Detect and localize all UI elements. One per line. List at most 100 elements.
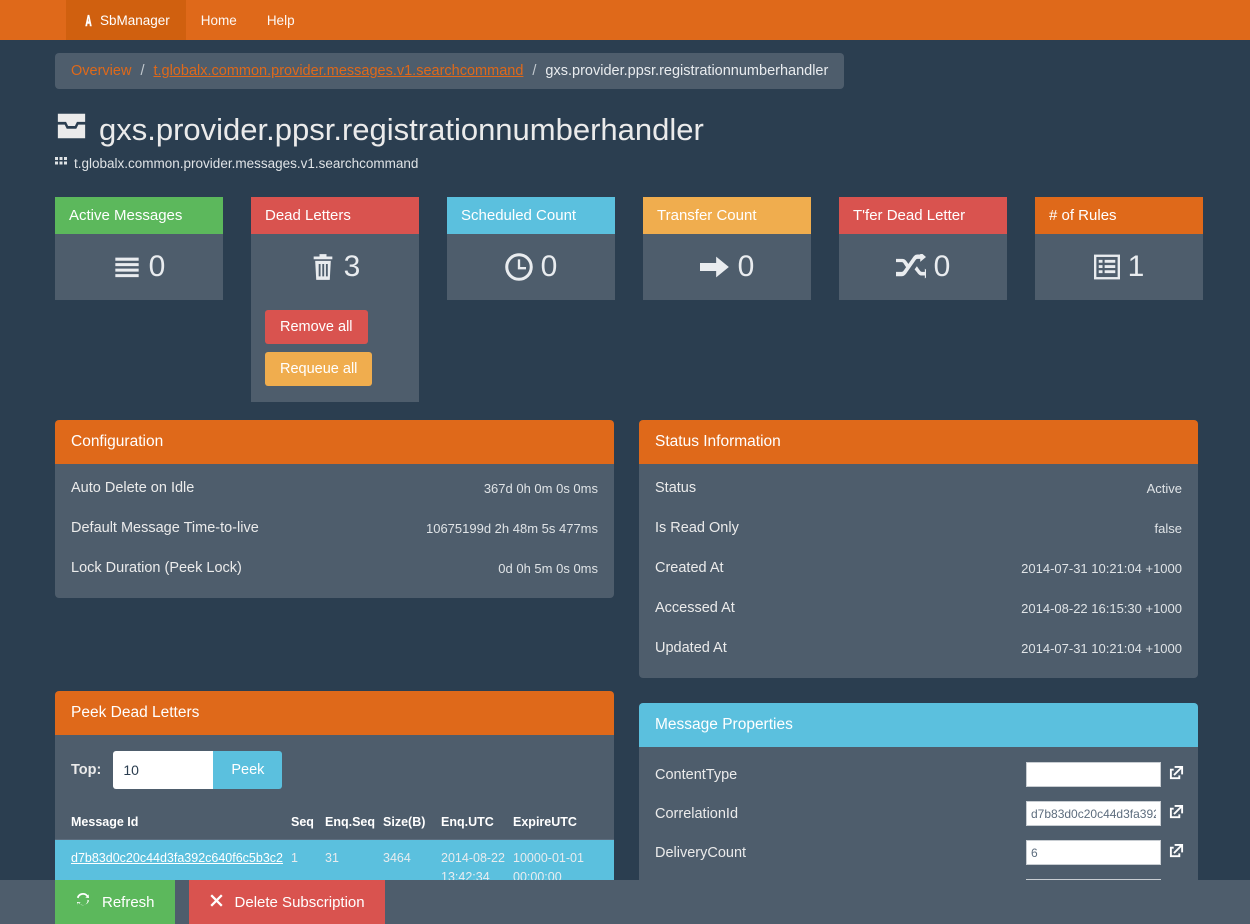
config-row-key: Default Message Time-to-live [71, 520, 259, 537]
status-row-key: Status [655, 480, 697, 497]
page-title: gxs.provider.ppsr.registrationnumberhand… [99, 111, 704, 147]
nav-item-home[interactable]: Home [186, 0, 252, 40]
column-header-enq-seq: Enq.Seq [321, 807, 380, 841]
times-icon [209, 893, 224, 912]
configuration-panel: Configuration Auto Delete on Idle 367d 0… [55, 420, 614, 599]
stat-card-value: 1 [1127, 250, 1145, 284]
status-row: Status Active [639, 468, 1198, 508]
remove-all-button[interactable]: Remove all [265, 310, 368, 345]
breadcrumb-separator: / [140, 63, 145, 79]
road-icon [82, 14, 95, 27]
top-navbar: SbManager Home Help [0, 0, 1250, 40]
peek-top-label: Top: [71, 762, 102, 779]
status-row: Accessed At 2014-08-22 16:15:30 +1000 [639, 588, 1198, 628]
property-value-group [1026, 762, 1184, 788]
stat-card-title: Transfer Count [643, 197, 811, 235]
requeue-all-button[interactable]: Requeue all [265, 352, 373, 387]
peek-top-input[interactable] [113, 751, 214, 790]
stat-card-body: 0 [839, 234, 1007, 301]
nav-item-home-label: Home [200, 12, 237, 28]
stat-card-active-messages: Active Messages 0 [55, 197, 223, 301]
status-row-key: Updated At [655, 640, 727, 657]
refresh-button[interactable]: Refresh [55, 880, 175, 924]
stat-card-value: 0 [737, 250, 755, 284]
peek-button[interactable]: Peek [213, 751, 283, 790]
status-row-value: false [1154, 520, 1182, 536]
stat-card-title: # of Rules [1035, 197, 1203, 235]
dead-letter-actions: Remove all Requeue all [251, 300, 419, 403]
stat-card-title: Active Messages [55, 197, 223, 235]
config-row-value: 367d 0h 0m 0s 0ms [483, 480, 598, 496]
stat-card-transfer-dead-letter: T'fer Dead Letter 0 [839, 197, 1007, 301]
trash-icon [310, 253, 336, 281]
external-link-icon[interactable] [1169, 843, 1184, 862]
external-link-icon[interactable] [1169, 804, 1184, 823]
stat-card-body: 0 [643, 234, 811, 301]
config-row-key: Auto Delete on Idle [71, 480, 195, 497]
peek-dead-letters-panel: Peek Dead Letters Top: Peek Message Id S… [55, 691, 614, 896]
stat-card-value: 0 [148, 250, 166, 284]
list-alt-icon [1093, 254, 1120, 280]
property-label: CorrelationId [655, 805, 739, 822]
arrow-right-icon [699, 254, 730, 280]
column-header-enq-utc: Enq.UTC [437, 807, 510, 841]
refresh-icon [75, 892, 91, 912]
stat-card-body: 1 [1035, 234, 1203, 301]
configuration-panel-body: Auto Delete on Idle 367d 0h 0m 0s 0ms De… [55, 464, 614, 599]
message-properties-title: Message Properties [639, 703, 1198, 748]
footer-action-bar: Refresh Delete Subscription [0, 880, 1250, 924]
stat-card-scheduled-count: Scheduled Count 0 [447, 197, 615, 301]
breadcrumb-item-overview[interactable]: Overview [71, 63, 131, 79]
panels-area: Configuration Auto Delete on Idle 367d 0… [0, 402, 1250, 924]
stat-card-number-of-rules: # of Rules 1 [1035, 197, 1203, 301]
stat-card-title: T'fer Dead Letter [839, 197, 1007, 235]
stat-card-dead-letters: Dead Letters 3 Remove all Requeue all [251, 197, 419, 403]
status-row-value: 2014-08-22 16:15:30 +1000 [1021, 600, 1182, 616]
column-header-size: Size(B) [379, 807, 438, 841]
stat-card-body: 0 [447, 234, 615, 301]
stat-card-transfer-count: Transfer Count 0 [643, 197, 811, 301]
breadcrumb-item-current: gxs.provider.ppsr.registrationnumberhand… [545, 63, 829, 79]
property-value-input[interactable] [1026, 762, 1161, 788]
stat-card-body: 3 [251, 234, 419, 301]
bars-icon [113, 253, 141, 281]
column-header-seq: Seq [287, 807, 321, 841]
status-row-key: Created At [655, 560, 724, 577]
delete-subscription-button[interactable]: Delete Subscription [188, 880, 385, 924]
column-header-expire-utc: ExpireUTC [509, 807, 614, 841]
config-row: Default Message Time-to-live 10675199d 2… [55, 508, 614, 548]
breadcrumb: Overview / t.globalx.common.provider.mes… [55, 53, 845, 89]
stat-card-value: 0 [933, 250, 951, 284]
message-property-row: ContentType [639, 755, 1198, 794]
page-subtitle-row: t.globalx.common.provider.messages.v1.se… [55, 156, 1250, 171]
status-information-panel: Status Information Status Active Is Read… [639, 420, 1198, 679]
brand-label: SbManager [100, 12, 170, 28]
right-column: Status Information Status Active Is Read… [639, 420, 1198, 924]
breadcrumb-separator: / [532, 63, 537, 79]
stat-card-title: Dead Letters [251, 197, 419, 235]
property-value-input[interactable] [1026, 840, 1161, 866]
config-row-value: 0d 0h 5m 0s 0ms [498, 560, 598, 576]
delete-label: Delete Subscription [234, 893, 365, 911]
stat-card-title: Scheduled Count [447, 197, 615, 235]
message-property-row: DeliveryCount [639, 833, 1198, 872]
property-value-group [1026, 801, 1184, 827]
peek-panel-body: Top: Peek Message Id Seq Enq.Seq Size(B)… [55, 735, 614, 896]
stat-card-body: 0 [55, 234, 223, 301]
status-row-value: Active [1146, 480, 1182, 496]
nav-item-help[interactable]: Help [252, 0, 310, 40]
external-link-icon[interactable] [1169, 765, 1184, 784]
configuration-panel-title: Configuration [55, 420, 614, 465]
config-row-value: 10675199d 2h 48m 5s 477ms [425, 520, 598, 536]
shuffle-icon [895, 254, 926, 280]
message-id-link[interactable]: d7b83d0c20c44d3fa392c640f6c5b3c2 [71, 851, 283, 865]
brand-link[interactable]: SbManager [66, 0, 186, 40]
status-row-value: 2014-07-31 10:21:04 +1000 [1021, 560, 1182, 576]
th-grid-icon [55, 156, 67, 171]
property-value-input[interactable] [1026, 801, 1161, 827]
peek-controls: Top: Peek [55, 735, 614, 807]
clock-icon [504, 253, 533, 281]
breadcrumb-item-topic[interactable]: t.globalx.common.provider.messages.v1.se… [153, 63, 523, 79]
stat-card-value: 0 [540, 250, 558, 284]
stat-card-value: 3 [343, 250, 361, 284]
